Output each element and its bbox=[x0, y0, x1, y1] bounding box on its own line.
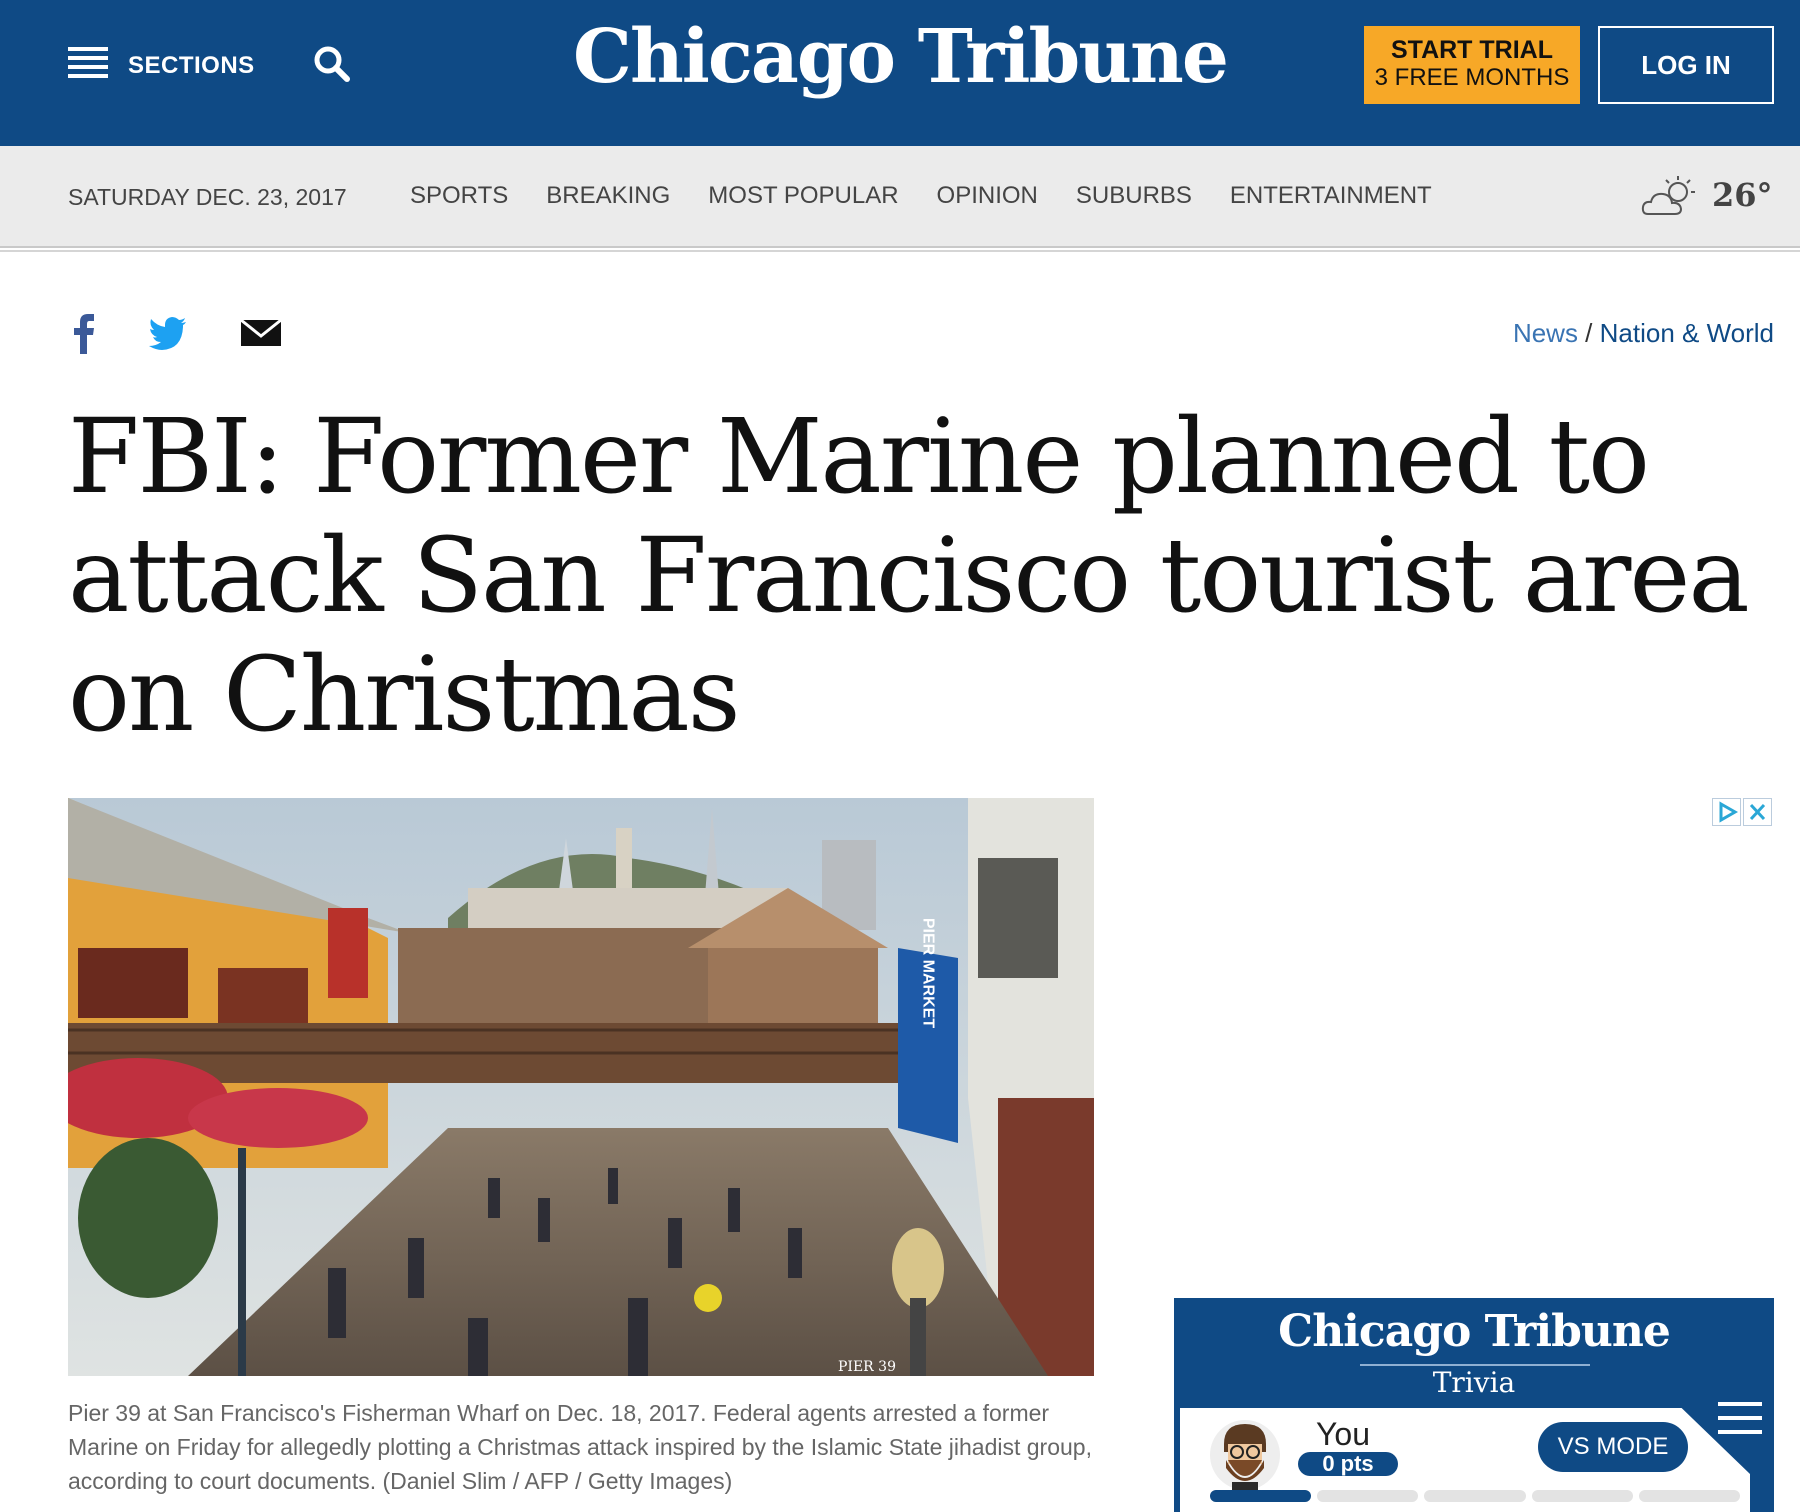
trivia-widget[interactable]: Chicago Tribune Trivia You 0 pts VS MODE bbox=[1174, 1298, 1774, 1512]
nav-links: SPORTS BREAKING MOST POPULAR OPINION SUB… bbox=[410, 182, 1470, 210]
pier-39-sign: PIER 39 bbox=[838, 1359, 896, 1375]
nav-link-breaking[interactable]: BREAKING bbox=[546, 182, 670, 210]
top-bar: SECTIONS Chicago Tribune START TRIAL 3 F… bbox=[0, 0, 1800, 146]
nav-link-sports[interactable]: SPORTS bbox=[410, 182, 508, 210]
breadcrumb: News / Nation & World bbox=[1513, 318, 1774, 349]
breadcrumb-separator: / bbox=[1577, 318, 1600, 348]
pier-market-sign: PIER MARKET bbox=[920, 918, 937, 1028]
trial-line-1: START TRIAL bbox=[1390, 36, 1553, 64]
log-in-button[interactable]: LOG IN bbox=[1598, 26, 1774, 104]
ad-choices bbox=[1712, 798, 1774, 828]
article-photo[interactable]: PIER MARKET PIER 39 bbox=[68, 798, 1094, 1376]
start-trial-button[interactable]: START TRIAL 3 FREE MONTHS bbox=[1364, 26, 1580, 104]
twitter-icon[interactable] bbox=[148, 310, 188, 354]
player-name: You bbox=[1316, 1416, 1370, 1452]
vs-mode-button[interactable]: VS MODE bbox=[1538, 1422, 1688, 1472]
points-badge: 0 pts bbox=[1298, 1452, 1398, 1476]
trivia-logo: Chicago Tribune bbox=[1278, 1306, 1671, 1357]
trivia-player-card: You 0 pts VS MODE bbox=[1180, 1408, 1750, 1512]
question-progress bbox=[1210, 1490, 1741, 1502]
adchoices-icon[interactable] bbox=[1712, 798, 1741, 826]
email-icon[interactable] bbox=[240, 310, 282, 354]
nav-bar: SATURDAY DEC. 23, 2017 SPORTS BREAKING M… bbox=[0, 146, 1800, 252]
breadcrumb-news[interactable]: News bbox=[1513, 318, 1578, 348]
photo-caption: Pier 39 at San Francisco's Fisherman Wha… bbox=[68, 1400, 1092, 1494]
partly-cloudy-icon[interactable] bbox=[1640, 174, 1700, 222]
trial-line-2: 3 FREE MONTHS bbox=[1374, 64, 1570, 91]
trivia-subtitle: Trivia bbox=[1432, 1366, 1516, 1399]
close-ad-icon[interactable] bbox=[1743, 798, 1772, 826]
nav-link-suburbs[interactable]: SUBURBS bbox=[1076, 182, 1192, 210]
nav-link-most-popular[interactable]: MOST POPULAR bbox=[708, 182, 898, 210]
avatar bbox=[1210, 1420, 1280, 1492]
breadcrumb-nation-world[interactable]: Nation & World bbox=[1600, 318, 1774, 348]
current-date: SATURDAY DEC. 23, 2017 bbox=[68, 184, 347, 210]
facebook-icon[interactable] bbox=[70, 310, 98, 354]
article-headline: FBI: Former Marine planned to attack San… bbox=[68, 397, 1750, 755]
trivia-menu-icon[interactable] bbox=[1718, 1402, 1762, 1442]
temperature: 26° bbox=[1712, 176, 1773, 214]
nav-link-entertainment[interactable]: ENTERTAINMENT bbox=[1230, 182, 1432, 210]
nav-link-opinion[interactable]: OPINION bbox=[937, 182, 1038, 210]
